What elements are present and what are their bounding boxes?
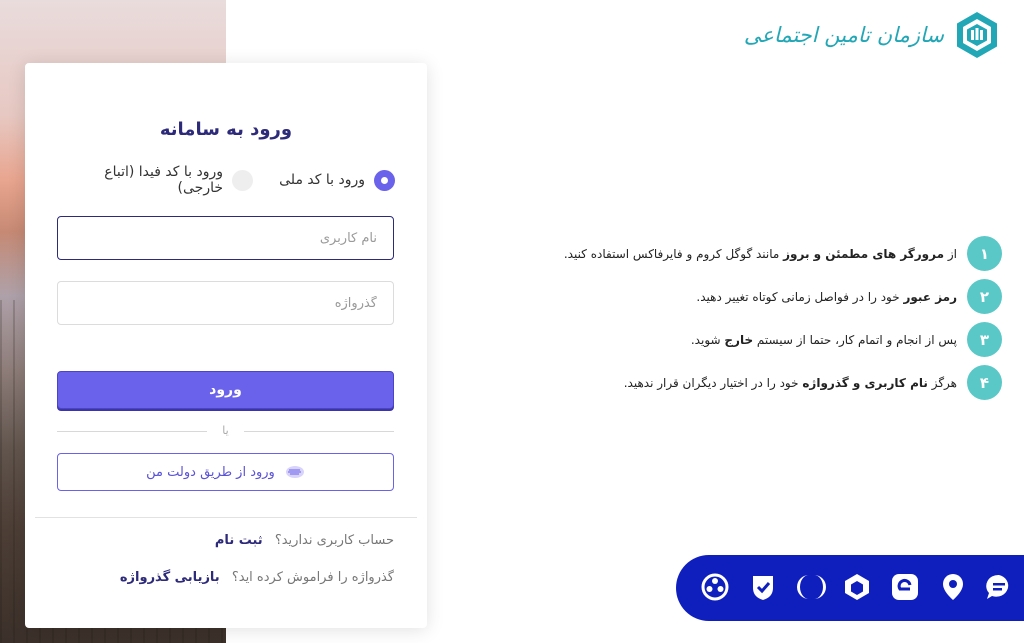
tip-text-bold: رمز عبور	[903, 289, 957, 304]
tip-text: رمز عبور خود را در فواصل زمانی کوتاه تغی…	[696, 290, 957, 304]
dolat-man-icon	[285, 466, 304, 478]
radio-national-code[interactable]: ورود با کد ملی	[279, 168, 395, 192]
divider-line-left	[57, 431, 207, 432]
tip-text: پس از انجام و اتمام کار، حتما از سیستم خ…	[691, 333, 957, 347]
hexagon-icon[interactable]	[842, 572, 872, 602]
login-button[interactable]: ورود	[57, 371, 394, 409]
tip-text-part: هرگز	[927, 375, 957, 390]
username-input[interactable]	[57, 216, 394, 260]
radio-national-code-label: ورود با کد ملی	[279, 172, 365, 188]
film-reel-icon[interactable]	[700, 572, 730, 602]
related-apps-bar	[676, 555, 1024, 621]
tip-text-part: خود را در اختیار دیگران قرار ندهید.	[623, 375, 803, 390]
tip-item: ۱ از مرورگر های مطمئن و بروز مانند گوگل …	[564, 232, 1002, 275]
radio-checked-icon[interactable]	[374, 169, 395, 191]
location-pin-icon[interactable]	[938, 572, 968, 602]
tip-text: از مرورگر های مطمئن و بروز مانند گوگل کر…	[564, 247, 957, 261]
radio-fida-code-label: ورود با کد فیدا (اتباع خارجی)	[104, 164, 223, 196]
tip-text-part: شوید.	[690, 332, 725, 347]
login-card: ورود به سامانه ورود با کد ملی ورود با کد…	[25, 63, 427, 628]
radio-unchecked-icon[interactable]	[232, 169, 253, 191]
chat-bubble-icon[interactable]	[984, 572, 1014, 602]
login-title: ورود به سامانه	[159, 119, 293, 140]
tip-text-bold: مرورگر های مطمئن و بروز	[783, 246, 945, 261]
tip-text-part: خود را در فواصل زمانی کوتاه تغییر دهید.	[696, 289, 904, 304]
tip-text: هرگز نام کاربری و گذرواژه خود را در اختی…	[624, 376, 957, 390]
tip-text-bold: نام کاربری و گذرواژه	[802, 375, 928, 390]
tip-text-part: پس از انجام و اتمام کار، حتما از سیستم	[753, 332, 957, 347]
password-input[interactable]	[57, 281, 394, 325]
crescent-icon[interactable]	[796, 572, 826, 602]
tip-item: ۳ پس از انجام و اتمام کار، حتما از سیستم…	[582, 318, 1002, 361]
radio-fida-code[interactable]: ورود با کد فیدا (اتباع خارجی)	[57, 164, 253, 196]
gov-login-button[interactable]: ورود از طریق دولت من	[57, 453, 394, 491]
tamin-logo-icon	[957, 12, 997, 58]
security-tips: ۱ از مرورگر های مطمئن و بروز مانند گوگل …	[564, 232, 1002, 404]
recover-password-link[interactable]: بازیابی گذرواژه	[120, 570, 220, 585]
no-account-text: حساب کاربری ندارید؟	[274, 533, 394, 548]
tip-text-part: مانند گوگل کروم و فایرفاکس استفاده کنید.	[563, 246, 784, 261]
or-divider: یا	[57, 424, 394, 438]
tip-text-part: از	[944, 246, 957, 261]
e-logo-icon[interactable]	[890, 572, 920, 602]
tip-number: ۴	[967, 365, 1002, 400]
tip-number: ۱	[967, 236, 1002, 271]
gov-login-label: ورود از طریق دولت من	[146, 464, 275, 480]
tip-number: ۳	[967, 322, 1002, 357]
recover-row: گذرواژه را فراموش کرده اید؟ بازیابی گذرو…	[120, 570, 394, 585]
card-separator	[35, 517, 417, 518]
brand-name: سازمان تامین اجتماعی	[743, 23, 944, 47]
tip-text-bold: خارج	[724, 332, 754, 347]
tip-item: ۴ هرگز نام کاربری و گذرواژه خود را در اخ…	[582, 361, 1002, 404]
forgot-password-text: گذرواژه را فراموش کرده اید؟	[231, 570, 394, 585]
login-method-radios: ورود با کد ملی ورود با کد فیدا (اتباع خا…	[57, 164, 395, 196]
brand: سازمان تامین اجتماعی	[744, 10, 1002, 60]
shield-check-icon[interactable]	[748, 572, 778, 602]
tip-number: ۲	[967, 279, 1002, 314]
register-row: حساب کاربری ندارید؟ ثبت نام	[215, 533, 394, 548]
register-link[interactable]: ثبت نام	[215, 533, 263, 548]
tip-item: ۲ رمز عبور خود را در فواصل زمانی کوتاه ت…	[582, 275, 1002, 318]
